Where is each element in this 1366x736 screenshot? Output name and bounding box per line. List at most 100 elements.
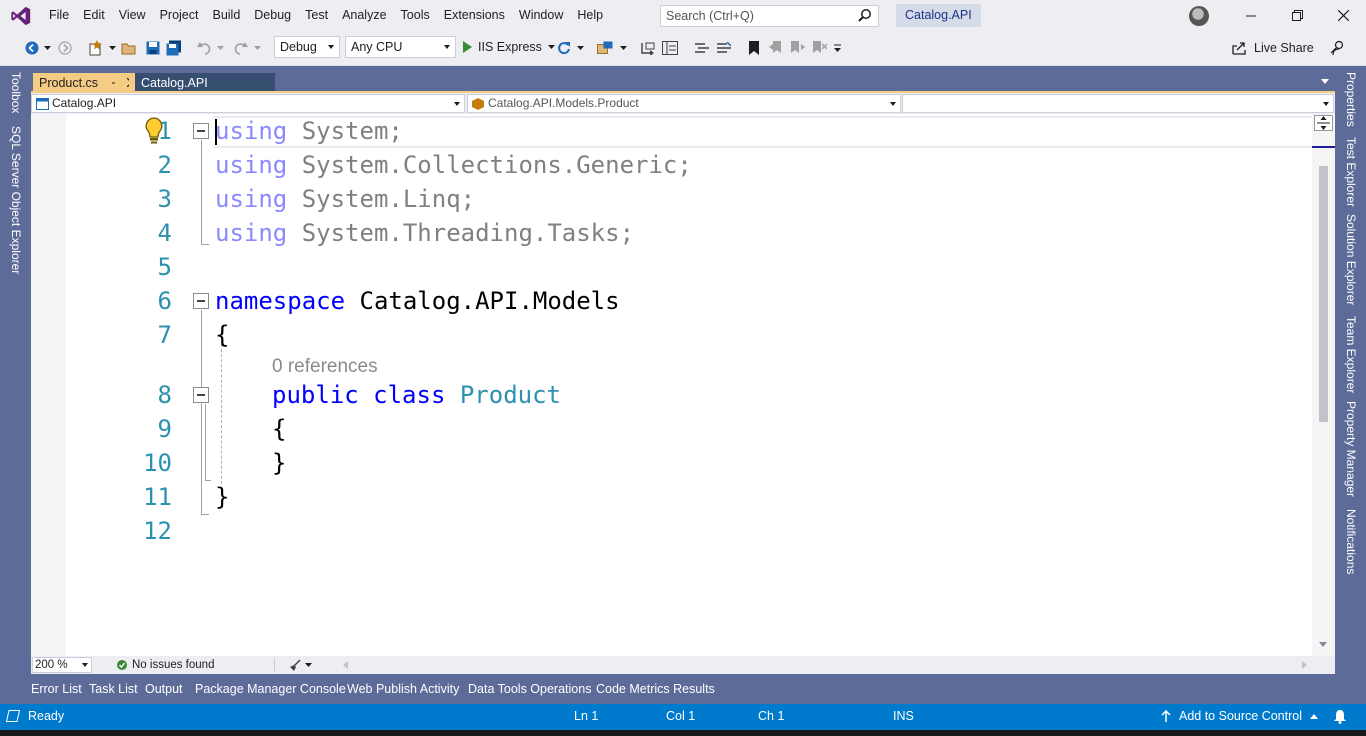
run-iis-express-button[interactable]: IIS Express — [462, 36, 555, 58]
menu-file[interactable]: File — [42, 0, 76, 31]
code-cleanup-button[interactable] — [289, 658, 312, 672]
notifications-tab[interactable]: Notifications — [1344, 509, 1358, 574]
tab-output[interactable]: Output — [145, 682, 183, 696]
tab-error-list[interactable]: Error List — [31, 682, 82, 696]
code-editor[interactable]: 1 2 3 4 5 6 7 8 9 10 11 12 using System;… — [31, 114, 1335, 656]
outline-guide — [201, 140, 202, 244]
save-icon[interactable] — [145, 39, 161, 57]
refresh-icon[interactable] — [556, 39, 572, 57]
chevron-down-icon[interactable] — [215, 39, 225, 57]
previous-bookmark-icon[interactable] — [768, 39, 784, 57]
tab-data-tools-operations[interactable]: Data Tools Operations — [468, 682, 591, 696]
scroll-left-icon[interactable] — [343, 661, 348, 669]
chevron-down-icon[interactable] — [42, 39, 52, 57]
menu-window[interactable]: Window — [512, 0, 570, 31]
step-into-icon[interactable] — [640, 39, 656, 57]
issues-indicator[interactable]: No issues found — [117, 657, 214, 673]
browser-link-icon[interactable] — [597, 39, 613, 57]
tab-product-cs[interactable]: Product.cs — [33, 73, 135, 92]
menu-analyze[interactable]: Analyze — [335, 0, 393, 31]
toolbar-overflow-icon[interactable] — [832, 39, 842, 57]
chevron-down-icon[interactable] — [575, 39, 585, 57]
line-number: 6 — [157, 287, 172, 315]
collapse-region-icon[interactable] — [193, 123, 209, 139]
menu-view[interactable]: View — [112, 0, 153, 31]
chevron-down-icon[interactable] — [252, 39, 262, 57]
run-target-label: IIS Express — [478, 40, 542, 54]
type-name: Catalog.API.Models.Product — [488, 96, 639, 110]
type-dropdown[interactable]: Catalog.API.Models.Product — [467, 94, 901, 113]
visual-studio-logo-icon[interactable] — [0, 0, 42, 31]
play-icon — [463, 41, 472, 53]
new-project-icon[interactable] — [88, 39, 104, 57]
live-share-button[interactable]: Live Share — [1232, 39, 1314, 57]
tab-list-dropdown-icon[interactable] — [1321, 79, 1329, 84]
zoom-select[interactable]: 200 % — [32, 657, 92, 673]
project-dropdown[interactable]: Catalog.API — [31, 94, 465, 113]
scroll-right-icon[interactable] — [1302, 661, 1307, 669]
menu-build[interactable]: Build — [205, 0, 247, 31]
notification-bell-icon[interactable] — [1333, 709, 1347, 727]
menu-project[interactable]: Project — [153, 0, 206, 31]
solution-explorer-tab[interactable]: Solution Explorer — [1344, 214, 1358, 305]
user-avatar[interactable] — [1189, 6, 1209, 26]
property-manager-tab[interactable]: Property Manager — [1344, 401, 1358, 497]
test-explorer-tab[interactable]: Test Explorer — [1344, 137, 1358, 207]
add-to-source-control-button[interactable]: Add to Source Control — [1161, 709, 1318, 723]
restore-button[interactable] — [1274, 0, 1320, 31]
tab-catalog-api[interactable]: Catalog.API — [135, 73, 275, 92]
pin-icon[interactable] — [112, 78, 115, 88]
close-icon[interactable] — [126, 78, 129, 87]
scroll-down-icon[interactable] — [1319, 642, 1327, 647]
menu-help[interactable]: Help — [570, 0, 610, 31]
line-number: 9 — [157, 415, 172, 443]
minimize-button[interactable] — [1228, 0, 1274, 31]
navigate-back-icon[interactable] — [24, 39, 40, 57]
tab-task-list[interactable]: Task List — [89, 682, 138, 696]
feedback-icon[interactable] — [1329, 39, 1347, 57]
bookmark-icon[interactable] — [746, 39, 762, 57]
redo-icon[interactable] — [232, 39, 248, 57]
tab-web-publish-activity[interactable]: Web Publish Activity — [347, 682, 459, 696]
tab-code-metrics-results[interactable]: Code Metrics Results — [596, 682, 715, 696]
menu-edit[interactable]: Edit — [76, 0, 112, 31]
close-window-button[interactable] — [1320, 0, 1366, 31]
comment-lines-icon[interactable] — [694, 39, 710, 57]
bookmark-window-icon[interactable] — [662, 39, 678, 57]
properties-tab[interactable]: Properties — [1344, 72, 1358, 127]
navigate-forward-icon[interactable] — [57, 39, 73, 57]
next-bookmark-icon[interactable] — [790, 39, 806, 57]
vertical-scrollbar[interactable] — [1312, 114, 1335, 656]
undo-icon[interactable] — [197, 39, 213, 57]
divider — [274, 658, 275, 672]
chevron-down-icon[interactable] — [618, 39, 628, 57]
toolbox-tab[interactable]: Toolbox — [9, 72, 23, 113]
lightbulb-icon[interactable] — [143, 116, 165, 149]
live-share-label: Live Share — [1254, 41, 1314, 55]
menu-extensions[interactable]: Extensions — [437, 0, 512, 31]
platform-select[interactable]: Any CPU — [345, 36, 456, 58]
output-window-icon[interactable] — [5, 710, 21, 725]
collapse-region-icon[interactable] — [193, 387, 209, 403]
chevron-down-icon[interactable] — [107, 39, 117, 57]
line-number: 11 — [143, 483, 172, 511]
save-all-icon[interactable] — [166, 39, 182, 57]
line-number: 8 — [157, 381, 172, 409]
configuration-select[interactable]: Debug — [274, 36, 340, 58]
scrollbar-thumb[interactable] — [1319, 166, 1328, 422]
team-explorer-tab[interactable]: Team Explorer — [1344, 316, 1358, 393]
split-window-handle[interactable] — [1314, 115, 1333, 131]
tab-package-manager-console[interactable]: Package Manager Console — [195, 682, 346, 696]
open-file-icon[interactable] — [121, 39, 137, 57]
sql-server-object-explorer-tab[interactable]: SQL Server Object Explorer — [9, 126, 23, 274]
menu-test[interactable]: Test — [298, 0, 335, 31]
search-input[interactable]: Search (Ctrl+Q) — [660, 5, 879, 27]
member-dropdown[interactable] — [902, 94, 1334, 113]
menu-tools[interactable]: Tools — [394, 0, 437, 31]
collapse-region-icon[interactable] — [193, 293, 209, 309]
menu-debug[interactable]: Debug — [247, 0, 298, 31]
clear-bookmarks-icon[interactable] — [812, 39, 828, 57]
uncomment-lines-icon[interactable] — [716, 39, 732, 57]
codelens-references[interactable]: 0 references — [272, 356, 378, 378]
outline-guide — [201, 514, 209, 515]
